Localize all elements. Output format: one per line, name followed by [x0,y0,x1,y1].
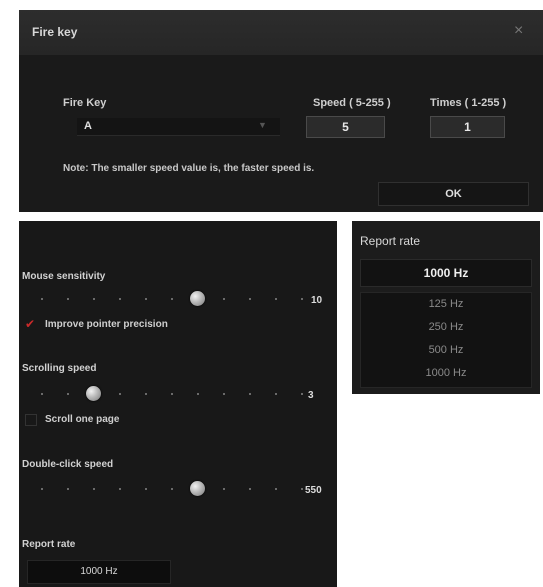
speed-note: Note: The smaller speed value is, the fa… [63,163,315,174]
mouse-sensitivity-value: 10 [311,295,323,306]
slider-thumb[interactable] [190,481,205,496]
slider-tick [41,488,43,490]
slider-tick [93,488,95,490]
slider-tick [301,393,303,395]
speed-input[interactable]: 5 [306,116,385,138]
report-rate-selected[interactable]: 1000 Hz [360,259,532,287]
slider-tick [41,298,43,300]
slider-tick [93,298,95,300]
times-input[interactable]: 1 [430,116,505,138]
report-rate-option[interactable]: 1000 Hz [361,362,531,385]
mouse-settings-panel: Mouse sensitivity 10 ✔ Improve pointer p… [19,221,337,587]
fire-key-dialog: Fire key × Fire Key A ▼ Speed ( 5-255 ) … [19,10,543,212]
slider-tick [119,488,121,490]
slider-tick [301,298,303,300]
slider-tick [275,298,277,300]
scrolling-speed-slider[interactable] [37,384,307,404]
report-rate-option[interactable]: 250 Hz [361,316,531,339]
slider-tick [197,393,199,395]
slider-tick [249,488,251,490]
slider-thumb[interactable] [86,386,101,401]
report-rate-dropdown: Report rate 1000 Hz 125 Hz 250 Hz 500 Hz… [352,221,540,394]
slider-tick [67,298,69,300]
mouse-sensitivity-label: Mouse sensitivity [22,271,106,282]
slider-tick [249,298,251,300]
slider-thumb[interactable] [190,291,205,306]
times-label: Times ( 1-255 ) [430,97,507,109]
close-icon[interactable]: × [514,22,523,40]
speed-label: Speed ( 5-255 ) [313,97,391,109]
chevron-down-icon: ▼ [258,120,267,130]
improve-precision-checkbox[interactable]: ✔ [25,317,35,331]
fire-key-label: Fire Key [63,97,107,109]
report-rate-label: Report rate [22,539,76,550]
report-rate-option[interactable]: 125 Hz [361,293,531,316]
slider-tick [119,298,121,300]
scrolling-speed-value: 3 [308,390,314,401]
ok-button[interactable]: OK [378,182,529,206]
slider-tick [119,393,121,395]
slider-tick [145,393,147,395]
scrolling-speed-label: Scrolling speed [22,363,97,374]
slider-tick [223,393,225,395]
slider-tick [145,488,147,490]
report-rate-option[interactable]: 500 Hz [361,339,531,362]
slider-tick [223,488,225,490]
dialog-title: Fire key [32,25,78,39]
report-rate-header: Report rate [360,234,421,248]
slider-tick [67,393,69,395]
slider-tick [171,488,173,490]
slider-tick [67,488,69,490]
fire-key-value: A [84,120,92,132]
fire-key-select[interactable]: A ▼ [77,118,280,136]
slider-tick [171,393,173,395]
scroll-one-page-checkbox[interactable] [25,414,37,426]
slider-tick [171,298,173,300]
double-click-speed-value: 550 [305,485,322,496]
improve-precision-label: Improve pointer precision [45,319,168,330]
slider-tick [275,488,277,490]
double-click-speed-slider[interactable] [37,479,307,499]
slider-tick [41,393,43,395]
slider-tick [301,488,303,490]
slider-tick [223,298,225,300]
double-click-speed-label: Double-click speed [22,459,114,470]
slider-tick [275,393,277,395]
slider-tick [145,298,147,300]
report-rate-options: 125 Hz 250 Hz 500 Hz 1000 Hz [360,292,532,388]
mouse-sensitivity-slider[interactable] [37,289,307,309]
dialog-titlebar: Fire key × [19,10,543,55]
slider-tick [249,393,251,395]
report-rate-select[interactable]: 1000 Hz [27,560,171,584]
scroll-one-page-label: Scroll one page [45,414,120,425]
